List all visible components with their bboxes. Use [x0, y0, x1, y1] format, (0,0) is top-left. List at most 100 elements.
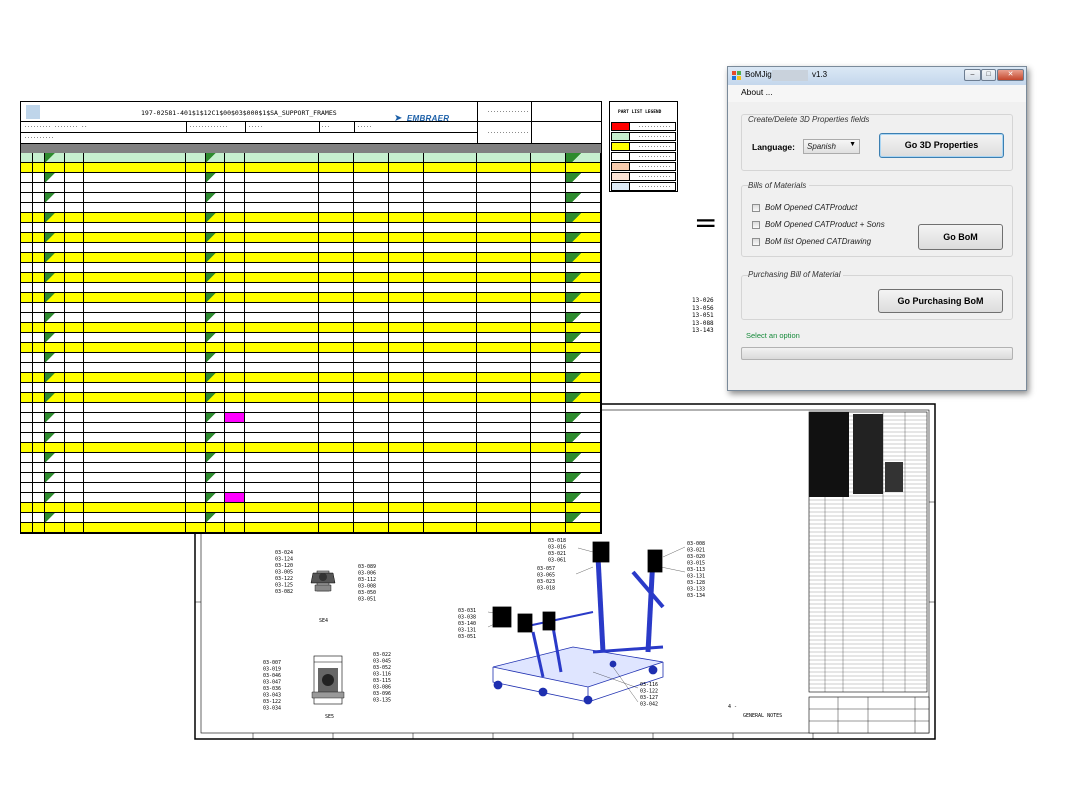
- legend-swatch: [612, 153, 630, 160]
- drawing-part-label: 03-051: [458, 634, 476, 640]
- sheet-cell: .: [21, 243, 33, 252]
- sheet-cell: [245, 163, 319, 172]
- checkbox-icon[interactable]: [752, 220, 760, 229]
- sheet-cell: [389, 463, 424, 472]
- sheet-cell: [389, 333, 424, 342]
- sheet-cell: [245, 473, 319, 482]
- sheet-cell: .: [33, 173, 45, 182]
- sheet-cell: [84, 433, 186, 442]
- sheet-cell: [531, 253, 566, 262]
- sheet-cell: [45, 343, 65, 352]
- close-button[interactable]: ✕: [997, 69, 1024, 81]
- sheet-cell: ...: [354, 363, 389, 372]
- sheet-cell: [424, 523, 477, 532]
- sheet-row: .. .............. ........: [21, 373, 601, 383]
- checkbox-opened-catproduct[interactable]: BoM Opened CATProduct: [752, 203, 857, 212]
- sheet-cell: ...: [354, 453, 389, 462]
- go-bom-button[interactable]: Go BoM: [918, 224, 1003, 250]
- sheet-cell: [45, 273, 65, 282]
- sheet-cell: ...: [354, 463, 389, 472]
- drawing-part-label: 03-120: [275, 563, 293, 569]
- sheet-cell: [225, 313, 245, 322]
- sheet-cell: [245, 453, 319, 462]
- sheet-cell: [45, 523, 65, 532]
- legend-row: ...........: [611, 172, 676, 181]
- checkbox-label: BoM list Opened CATDrawing: [765, 237, 872, 246]
- checkbox-icon[interactable]: [752, 203, 760, 212]
- drawing-part-label: 03-050: [358, 590, 376, 596]
- sheet-cell: [566, 463, 601, 472]
- sheet-cell: ............: [186, 333, 206, 342]
- sheet-row: ................................: [21, 203, 601, 213]
- sheet-cell: .: [33, 433, 45, 442]
- sheet-row: .. .............. ........: [21, 443, 601, 453]
- sheet-cell: [65, 453, 84, 462]
- title-bar[interactable]: BoMJig v1.3 – □ ✕: [728, 67, 1026, 85]
- sheet-cell: [477, 463, 531, 472]
- sheet-cell: [245, 503, 319, 512]
- sheet-cell: [477, 203, 531, 212]
- sheet-cell: [84, 393, 186, 402]
- sheet-cell: [389, 353, 424, 362]
- sheet-cell: .: [33, 383, 45, 392]
- checkbox-opened-catproduct-sons[interactable]: BoM Opened CATProduct + Sons: [752, 220, 885, 229]
- sheet-cell: .: [33, 153, 45, 162]
- minimize-button[interactable]: –: [964, 69, 981, 81]
- sheet-cell: [566, 383, 601, 392]
- sheet-cell: [206, 343, 225, 352]
- go-3d-properties-button[interactable]: Go 3D Properties: [879, 133, 1004, 158]
- sheet-cell: [45, 393, 65, 402]
- sheet-cell: [477, 283, 531, 292]
- sheet-cell: [477, 233, 531, 242]
- sheet-row: ................................: [21, 493, 601, 503]
- sheet-row: .. .............. ........: [21, 323, 601, 333]
- drawing-part-label: 03-112: [358, 577, 376, 583]
- sheet-cell: [354, 373, 389, 382]
- maximize-button[interactable]: □: [981, 69, 996, 81]
- menu-about[interactable]: About ...: [741, 87, 773, 97]
- sheet-cell: [225, 163, 245, 172]
- checkbox-list-opened-catdrawing[interactable]: BoM list Opened CATDrawing: [752, 237, 871, 246]
- sheet-cell: [477, 503, 531, 512]
- sheet-cell: [225, 513, 245, 522]
- sheet-cell: .: [21, 323, 33, 332]
- sheet-cell: [245, 443, 319, 452]
- sheet-row: ................................: [21, 473, 601, 483]
- sheet-cell: [206, 273, 225, 282]
- sheet-cell: [389, 313, 424, 322]
- sheet-cell: ..........: [319, 463, 354, 472]
- sheet-cell: [245, 223, 319, 232]
- sheet-row: ................................: [21, 193, 601, 203]
- sheet-cell: .: [33, 273, 45, 282]
- language-select[interactable]: Spanish ▼: [803, 139, 860, 154]
- sheet-cell: .: [33, 293, 45, 302]
- sheet-cell: [424, 473, 477, 482]
- sheet-cell: [245, 193, 319, 202]
- sheet-cell: ...: [354, 283, 389, 292]
- sheet-cell: [45, 423, 65, 432]
- sheet-cell: ............: [186, 403, 206, 412]
- sheet-cell: [245, 323, 319, 332]
- sheet-cell: [84, 343, 186, 352]
- sheet-cell: .............. ........: [186, 393, 206, 402]
- sheet-cell: [566, 453, 601, 462]
- sheet-cell: [424, 483, 477, 492]
- sheet-cell: [566, 403, 601, 412]
- drawing-part-label: 03-096: [373, 691, 391, 697]
- sheet-cell: [477, 433, 531, 442]
- sheet-cell: ............: [186, 223, 206, 232]
- sheet-cell: [206, 373, 225, 382]
- sheet-cell: [531, 483, 566, 492]
- sheet-cell: [319, 523, 354, 532]
- sheet-cell: [566, 413, 601, 422]
- se4-caption: SE4: [319, 618, 328, 624]
- sheet-cell: [566, 393, 601, 402]
- checkbox-icon[interactable]: [752, 237, 760, 246]
- go-purchasing-bom-button[interactable]: Go Purchasing BoM: [878, 289, 1003, 313]
- sheet-cell: [225, 423, 245, 432]
- sheet-cell: .............. ........: [186, 503, 206, 512]
- sheet-cell: [531, 373, 566, 382]
- sheet-cell: .............. ........: [186, 443, 206, 452]
- sheet-cell: [225, 483, 245, 492]
- sheet-cell: ..........: [319, 513, 354, 522]
